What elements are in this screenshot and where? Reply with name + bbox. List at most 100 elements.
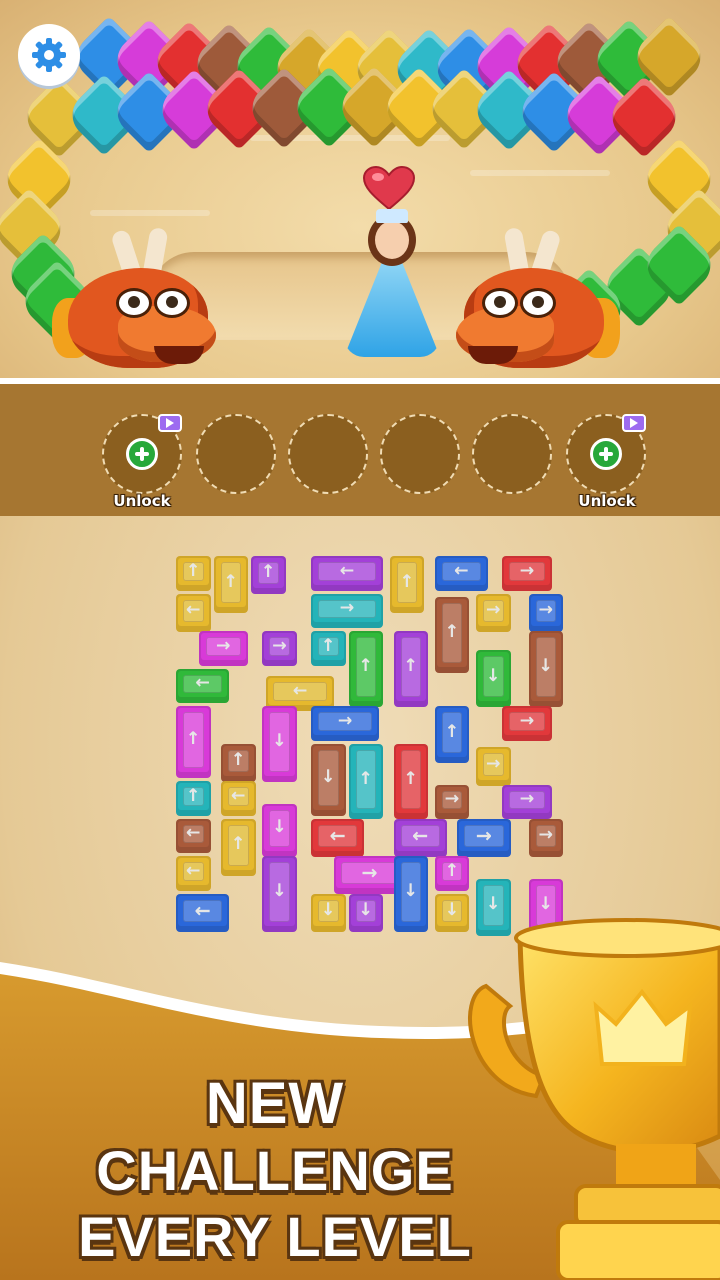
arrow-right-icon: → [272,635,287,656]
arrow-block-left[interactable]: ← [176,593,211,632]
arrow-block-up[interactable]: ↑ [311,631,346,666]
arrow-block-down[interactable]: ↓ [528,631,563,707]
arrow-block-up[interactable]: ↑ [251,556,286,595]
arrow-right-icon: → [519,560,535,581]
arrow-block-up[interactable]: ↑ [393,743,428,820]
arrow-right-icon: → [519,789,535,810]
arrow-up-icon: ↑ [186,785,201,806]
arrow-left-icon: ← [339,560,355,581]
arrow-block-right[interactable]: → [311,593,383,628]
arrow-block-up[interactable]: ↑ [434,597,470,673]
arrow-down-icon: ↓ [403,881,418,902]
arrow-right-icon: → [538,824,553,845]
game-screen: Unlock Unlock ↑ ↑ ↑ ← ↑ ← → ← → → → ↑ → → ↑ ↑ ↑ ↓ ↓ ← ← ↑ ↓ → ↑ →… [0,0,720,1280]
arrow-block-down[interactable]: ↓ [476,649,511,707]
arrow-block-right[interactable]: → [476,747,511,786]
arrow-down-icon: ↓ [272,731,287,752]
arrow-block-up[interactable]: ↑ [434,706,470,763]
arrow-down-icon: ↓ [321,766,336,787]
arrow-down-icon: ↓ [444,899,460,920]
arrow-block-down[interactable]: ↓ [311,743,346,816]
promo-line-2: CHALLENGE [96,1139,454,1202]
arrow-right-icon: → [339,598,355,619]
arrow-down-icon: ↓ [272,881,287,902]
arrow-block-up[interactable]: ↑ [221,818,256,876]
arrow-block-left[interactable]: ← [176,893,230,932]
arrow-block-left[interactable]: ← [311,818,365,857]
arrow-down-icon: ↓ [538,656,553,677]
promo-line-1: NEW [205,1071,345,1136]
arrow-up-icon: ↑ [186,560,201,581]
arrow-block-right[interactable]: → [528,593,563,632]
arrow-block-up[interactable]: ↑ [393,631,428,707]
arrow-left-icon: ← [329,823,346,847]
arrow-block-down[interactable]: ↓ [262,803,297,857]
arrow-left-icon: ← [194,898,211,922]
arrow-block-down[interactable]: ↓ [348,893,383,932]
arrow-block-left[interactable]: ← [393,818,447,857]
arrow-block-down[interactable]: ↓ [311,893,346,932]
arrow-block-up[interactable]: ↑ [348,631,383,707]
arrow-up-icon: ↑ [399,571,415,592]
arrow-block-left[interactable]: ← [176,668,230,703]
arrow-block-down[interactable]: ↓ [393,856,428,932]
arrow-block-up[interactable]: ↑ [176,781,211,816]
arrow-up-icon: ↑ [444,721,460,742]
arrow-up-icon: ↑ [403,768,418,789]
arrow-block-up[interactable]: ↑ [389,556,425,613]
arrow-up-icon: ↑ [444,622,460,643]
arrow-left-icon: ← [186,599,201,620]
arrow-right-icon: → [475,823,492,847]
arrow-left-icon: ← [195,673,210,694]
arrow-down-icon: ↓ [486,665,501,686]
promo-line-3: EVERY LEVEL [78,1205,472,1268]
arrow-right-icon: → [519,710,535,731]
arrow-block-down[interactable]: ↓ [262,706,297,782]
arrow-up-icon: ↑ [231,834,246,855]
arrow-block-left[interactable]: ← [434,556,488,591]
arrow-up-icon: ↑ [261,562,276,583]
arrow-left-icon: ← [412,823,429,847]
arrow-up-icon: ↑ [403,656,418,677]
arrow-left-icon: ← [292,680,308,701]
arrow-block-left[interactable]: ← [311,556,383,591]
arrow-right-icon: → [486,599,501,620]
arrow-block-right[interactable]: → [502,556,552,591]
arrow-block-up[interactable]: ↑ [176,706,211,778]
arrow-up-icon: ↑ [358,768,373,789]
arrow-right-icon: → [444,789,460,810]
arrow-block-right[interactable]: → [311,706,380,741]
arrow-block-right[interactable]: → [198,631,248,666]
arrow-right-icon: → [216,635,231,656]
arrow-block-up[interactable]: ↑ [348,743,383,820]
arrow-left-icon: ← [231,785,246,806]
arrow-block-up[interactable]: ↑ [176,556,211,591]
arrow-block-left[interactable]: ← [221,781,256,816]
arrow-up-icon: ↑ [358,656,373,677]
arrow-left-icon: ← [186,823,201,844]
arrow-down-icon: ↓ [272,817,287,838]
arrow-block-right[interactable]: → [262,631,297,666]
arrow-block-right[interactable]: → [502,784,552,820]
arrow-up-icon: ↑ [231,749,246,770]
arrow-block-right[interactable]: → [502,706,552,741]
arrow-block-up[interactable]: ↑ [221,743,256,782]
arrow-up-icon: ↑ [186,729,201,750]
arrow-block-right[interactable]: → [457,818,511,857]
arrow-up-icon: ↑ [223,571,238,592]
arrow-block-up[interactable]: ↑ [213,556,248,613]
arrow-block-left[interactable]: ← [176,818,211,853]
arrow-left-icon: ← [186,860,201,881]
arrow-right-icon: → [486,753,501,774]
arrow-block-left[interactable]: ← [176,856,211,891]
arrow-right-icon: → [337,710,353,731]
arrow-block-right[interactable]: → [476,593,511,632]
arrow-up-icon: ↑ [444,860,460,881]
arrow-block-right[interactable]: → [434,784,470,820]
arrow-down-icon: ↓ [321,899,336,920]
arrow-block-right[interactable]: → [528,818,563,857]
arrow-left-icon: ← [454,560,469,581]
arrow-block-up[interactable]: ↑ [434,856,470,891]
arrow-block-down[interactable]: ↓ [262,856,297,932]
arrow-block-down[interactable]: ↓ [434,893,470,932]
